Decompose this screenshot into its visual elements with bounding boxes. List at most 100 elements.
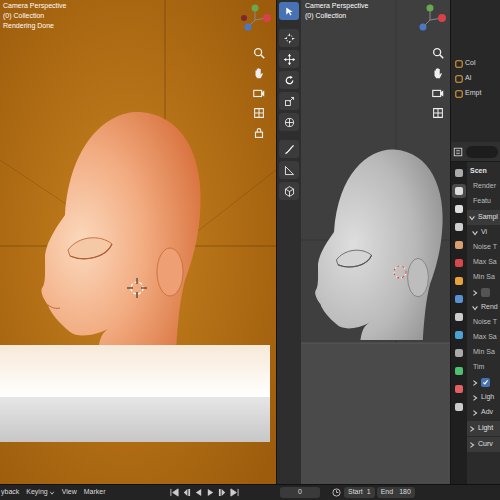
- subpanel-header[interactable]: Adv: [467, 405, 500, 420]
- tool-button[interactable]: [279, 50, 299, 68]
- properties-tab[interactable]: [452, 310, 466, 324]
- clock-icon[interactable]: [332, 488, 341, 497]
- property-field: Featu: [467, 194, 500, 209]
- add-cube-icon: [283, 185, 296, 198]
- jump-end-icon[interactable]: [230, 488, 239, 497]
- grid-icon[interactable]: [252, 106, 266, 120]
- overlay-line: (0) Collection: [3, 11, 66, 21]
- grid-icon[interactable]: [431, 106, 445, 120]
- tab-icon: [455, 259, 463, 267]
- tool-button[interactable]: [279, 29, 299, 47]
- rendered-viewport[interactable]: Camera Perspective(0) CollectionRenderin…: [0, 0, 276, 484]
- row-label: Noise T: [473, 242, 497, 253]
- move-icon: [283, 53, 296, 66]
- tab-icon: [455, 349, 463, 357]
- properties-tab[interactable]: [452, 328, 466, 342]
- properties-tab[interactable]: [452, 364, 466, 378]
- properties-tab[interactable]: [452, 256, 466, 270]
- chevron-icon[interactable]: [468, 425, 476, 433]
- hand-icon[interactable]: [252, 66, 266, 80]
- outliner-item[interactable]: Col: [455, 58, 500, 69]
- subpanel-toggle[interactable]: [467, 285, 500, 300]
- panel-header[interactable]: Curv: [467, 437, 500, 452]
- chevron-icon[interactable]: [471, 394, 479, 402]
- solid-scene: [301, 0, 450, 484]
- properties-tab[interactable]: [452, 274, 466, 288]
- timeline-menu[interactable]: Marker: [84, 487, 106, 498]
- zoom-icon[interactable]: [252, 46, 266, 60]
- properties-icon[interactable]: [453, 147, 463, 157]
- subpanel-header[interactable]: Rend: [467, 300, 500, 315]
- camera-icon[interactable]: [431, 86, 445, 100]
- end-frame-field[interactable]: End 180: [377, 487, 415, 498]
- subpanel-toggle[interactable]: [467, 375, 500, 390]
- properties-tab[interactable]: [452, 184, 466, 198]
- tool-button[interactable]: [279, 71, 299, 89]
- hand-icon[interactable]: [431, 66, 445, 80]
- property-field: Noise T: [467, 315, 500, 330]
- row-label: Min Sa: [473, 272, 495, 283]
- chevron-icon[interactable]: [471, 304, 479, 312]
- prev-key-icon[interactable]: [182, 488, 191, 497]
- menu-label: Marker: [84, 487, 106, 498]
- axis-gizmo-icon[interactable]: [238, 3, 272, 33]
- properties-tab[interactable]: [452, 238, 466, 252]
- play-reverse-icon[interactable]: [194, 488, 203, 497]
- rotate-icon: [283, 74, 296, 87]
- subpanel-header[interactable]: Ligh: [467, 390, 500, 405]
- end-value: 180: [399, 487, 411, 498]
- axis-gizmo-icon[interactable]: [413, 3, 447, 33]
- properties-tab[interactable]: [452, 346, 466, 360]
- play-icon[interactable]: [206, 488, 215, 497]
- outliner-item[interactable]: Al: [455, 73, 500, 84]
- timeline-menu[interactable]: Keying: [26, 487, 54, 498]
- panel-header[interactable]: Sampl: [467, 210, 500, 225]
- chevron-icon[interactable]: [471, 409, 479, 417]
- camera-icon[interactable]: [252, 86, 266, 100]
- checkbox[interactable]: [481, 288, 490, 297]
- checkbox[interactable]: [481, 378, 490, 387]
- start-frame-field[interactable]: Start 1: [344, 487, 375, 498]
- jump-start-icon[interactable]: [170, 488, 179, 497]
- properties-tab[interactable]: [452, 382, 466, 396]
- subpanel-header[interactable]: Vi: [467, 225, 500, 240]
- property-field: Noise T: [467, 240, 500, 255]
- chevron-icon[interactable]: [471, 289, 479, 297]
- current-frame-field[interactable]: 0: [280, 487, 320, 498]
- tool-button[interactable]: [279, 2, 299, 20]
- chevron-icon[interactable]: [471, 229, 479, 237]
- tool-button[interactable]: [279, 140, 299, 158]
- lock-icon[interactable]: [252, 126, 266, 140]
- tool-button[interactable]: [279, 92, 299, 110]
- solid-viewport[interactable]: Camera Perspective(0) Collection: [277, 0, 450, 484]
- next-key-icon[interactable]: [218, 488, 227, 497]
- properties-tab[interactable]: [452, 220, 466, 234]
- properties-tab[interactable]: [452, 400, 466, 414]
- outliner-item[interactable]: Empt: [455, 88, 500, 99]
- outliner[interactable]: Col Al Empt: [451, 0, 500, 142]
- zoom-icon[interactable]: [431, 46, 445, 60]
- cursor-icon: [283, 32, 296, 45]
- tool-button[interactable]: [279, 161, 299, 179]
- tab-icon: [455, 205, 463, 213]
- properties-tabs: [451, 162, 467, 484]
- dropdown-icon: [49, 490, 55, 496]
- timeline-menu[interactable]: yback: [1, 487, 19, 498]
- properties-tab[interactable]: [452, 166, 466, 180]
- panel-header[interactable]: Light: [467, 421, 500, 436]
- start-value: 1: [367, 487, 371, 498]
- viewport-overlay: Camera Perspective(0) Collection: [305, 1, 368, 21]
- chevron-icon[interactable]: [471, 379, 479, 387]
- properties-tab[interactable]: [452, 202, 466, 216]
- row-label: Adv: [481, 407, 493, 418]
- properties-tab[interactable]: [452, 292, 466, 306]
- search-field[interactable]: [466, 146, 498, 158]
- check-icon: [482, 379, 489, 386]
- chevron-icon[interactable]: [468, 441, 476, 449]
- tool-button[interactable]: [279, 113, 299, 131]
- playback-controls: [170, 488, 280, 497]
- chevron-icon[interactable]: [468, 214, 476, 222]
- tab-icon: [455, 367, 463, 375]
- timeline-menu[interactable]: View: [62, 487, 77, 498]
- tool-button[interactable]: [279, 182, 299, 200]
